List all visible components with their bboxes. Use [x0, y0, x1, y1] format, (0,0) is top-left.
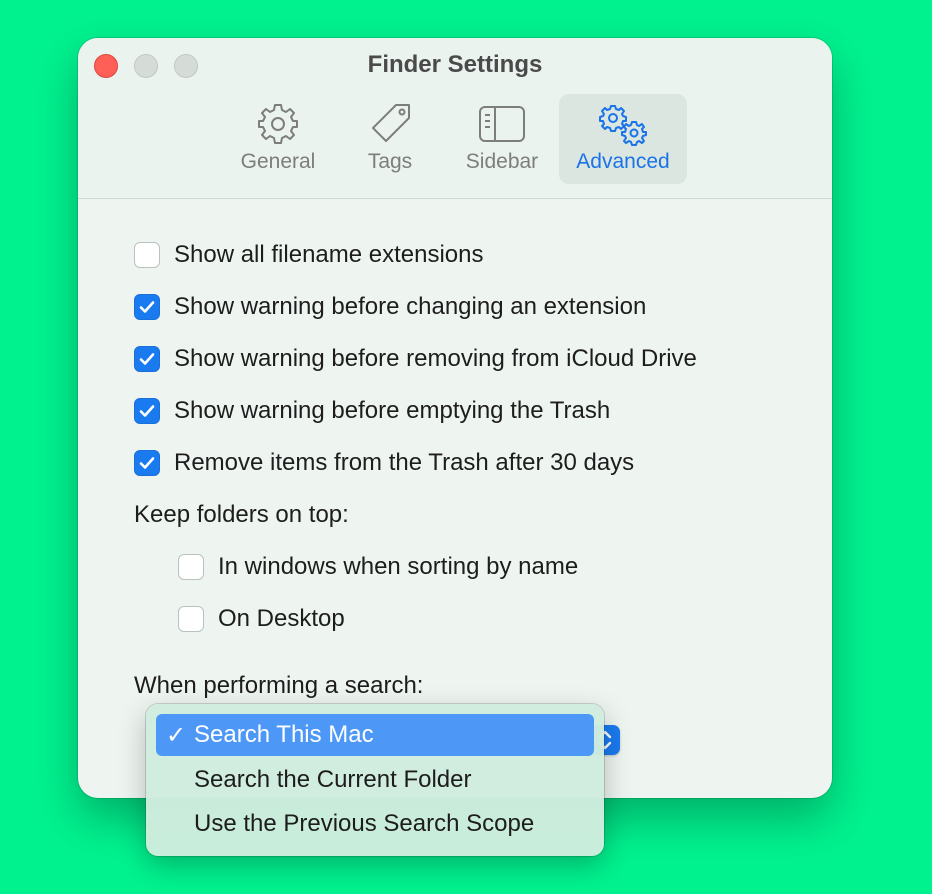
checkmark-icon: [139, 405, 155, 417]
option-label: Show warning before removing from iCloud…: [174, 345, 697, 372]
toolbar: Finder Settings General Tags Sidebar Adv…: [78, 38, 832, 199]
menu-item-search-this-mac[interactable]: ✓ Search This Mac: [156, 714, 594, 756]
option-warn-empty-trash[interactable]: Show warning before emptying the Trash: [134, 396, 610, 426]
option-remove-trash-30-days[interactable]: Remove items from the Trash after 30 day…: [134, 448, 634, 478]
option-label: Show warning before changing an extensio…: [174, 293, 647, 320]
menu-item-previous-scope[interactable]: Use the Previous Search Scope: [156, 803, 594, 845]
checkbox-warn-empty-trash[interactable]: [134, 398, 160, 424]
menu-item-label: Search the Current Folder: [194, 766, 472, 793]
checkbox-folders-desktop[interactable]: [178, 606, 204, 632]
sidebar-icon: [479, 106, 525, 142]
option-warn-change-extension[interactable]: Show warning before changing an extensio…: [134, 292, 646, 322]
search-scope-menu: ✓ Search This Mac Search the Current Fol…: [146, 704, 604, 856]
checkmark-icon: [139, 353, 155, 365]
tab-sidebar-label: Sidebar: [465, 150, 539, 173]
tab-general-label: General: [240, 150, 316, 173]
option-folders-windows[interactable]: In windows when sorting by name: [178, 552, 578, 582]
checkbox-remove-trash-30-days[interactable]: [134, 450, 160, 476]
tag-icon: [372, 104, 410, 142]
tab-tags[interactable]: Tags: [350, 94, 430, 184]
tab-sidebar[interactable]: Sidebar: [454, 94, 550, 184]
option-warn-icloud[interactable]: Show warning before removing from iCloud…: [134, 344, 697, 374]
tab-advanced[interactable]: Advanced: [559, 94, 687, 184]
window-title: Finder Settings: [367, 51, 543, 78]
search-scope-label: When performing a search:: [134, 672, 424, 699]
checkbox-show-extensions[interactable]: [134, 242, 160, 268]
gears-icon: [599, 105, 647, 146]
option-show-extensions[interactable]: Show all filename extensions: [134, 240, 484, 270]
finder-settings-window: Finder Settings General Tags Sidebar Adv…: [78, 38, 832, 798]
option-label: On Desktop: [218, 605, 345, 632]
tab-general[interactable]: General: [232, 94, 324, 184]
checkbox-warn-icloud[interactable]: [134, 346, 160, 372]
check-icon: ✓: [166, 721, 187, 749]
option-folders-desktop[interactable]: On Desktop: [178, 604, 345, 634]
tab-advanced-label: Advanced: [576, 150, 670, 173]
checkbox-folders-windows[interactable]: [178, 554, 204, 580]
menu-item-search-current-folder[interactable]: Search the Current Folder: [156, 759, 594, 801]
menu-item-label: Use the Previous Search Scope: [194, 810, 535, 837]
checkbox-warn-change-extension[interactable]: [134, 294, 160, 320]
menu-item-label: Search This Mac: [194, 721, 374, 748]
gear-icon: [258, 104, 298, 144]
option-label: In windows when sorting by name: [218, 553, 579, 580]
keep-folders-label: Keep folders on top:: [134, 501, 349, 528]
option-label: Show all filename extensions: [174, 241, 484, 268]
checkmark-icon: [139, 457, 155, 469]
option-label: Show warning before emptying the Trash: [174, 397, 611, 424]
tab-tags-label: Tags: [367, 150, 413, 173]
option-label: Remove items from the Trash after 30 day…: [174, 449, 635, 476]
checkmark-icon: [139, 301, 155, 313]
